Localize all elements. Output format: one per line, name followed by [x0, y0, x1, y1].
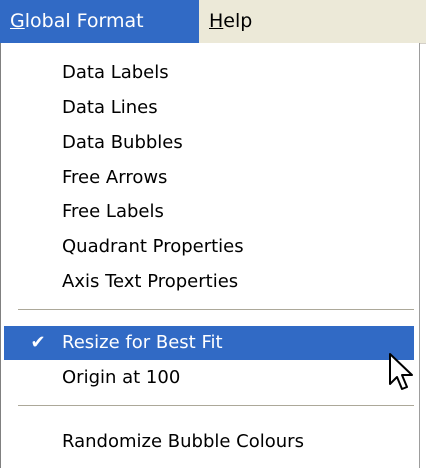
menu-item-resize-for-best-fit[interactable]: ✔ Resize for Best Fit: [4, 326, 414, 360]
app-window: Global Format Help Data Labels Data Line…: [0, 0, 426, 468]
menu-help-label: elp: [223, 10, 253, 32]
menu-separator: [18, 405, 414, 407]
menu-global-format-mnemonic: G: [10, 10, 25, 32]
menu-item-axis-text-properties[interactable]: Axis Text Properties: [4, 265, 414, 299]
checkmark-icon: ✔: [30, 332, 46, 353]
menu-help[interactable]: Help: [199, 0, 281, 43]
menu-item-label: Randomize Bubble Colours: [62, 431, 304, 452]
menu-separator: [18, 309, 414, 311]
menu-item-label: Quadrant Properties: [62, 236, 244, 257]
menu-item-label: Data Labels: [62, 62, 169, 83]
menu-item-label: Data Lines: [62, 97, 158, 118]
menu-item-data-labels[interactable]: Data Labels: [4, 56, 414, 90]
menu-global-format[interactable]: Global Format: [0, 0, 199, 43]
menu-item-data-bubbles[interactable]: Data Bubbles: [4, 126, 414, 160]
menu-item-free-labels[interactable]: Free Labels: [4, 195, 414, 229]
menu-item-origin-at-100[interactable]: Origin at 100: [4, 361, 414, 395]
mouse-pointer-icon: [389, 353, 413, 390]
menu-item-label: Axis Text Properties: [62, 271, 239, 292]
menu-item-quadrant-properties[interactable]: Quadrant Properties: [4, 230, 414, 264]
menu-item-randomize-bubble-colours[interactable]: Randomize Bubble Colours: [4, 425, 414, 459]
menu-help-mnemonic: H: [209, 10, 224, 32]
menu-item-label: Origin at 100: [62, 367, 181, 388]
menu-global-format-label: lobal Format: [24, 10, 144, 32]
menu-item-free-arrows[interactable]: Free Arrows: [4, 161, 414, 195]
global-format-dropdown: Data Labels Data Lines Data Bubbles Free…: [0, 43, 420, 468]
menu-bar: Global Format Help: [0, 0, 426, 44]
menu-item-label: Free Labels: [62, 201, 164, 222]
menu-item-label: Free Arrows: [62, 167, 168, 188]
menu-item-data-lines[interactable]: Data Lines: [4, 91, 414, 125]
menu-item-label: Resize for Best Fit: [62, 332, 223, 353]
menu-item-label: Data Bubbles: [62, 132, 183, 153]
